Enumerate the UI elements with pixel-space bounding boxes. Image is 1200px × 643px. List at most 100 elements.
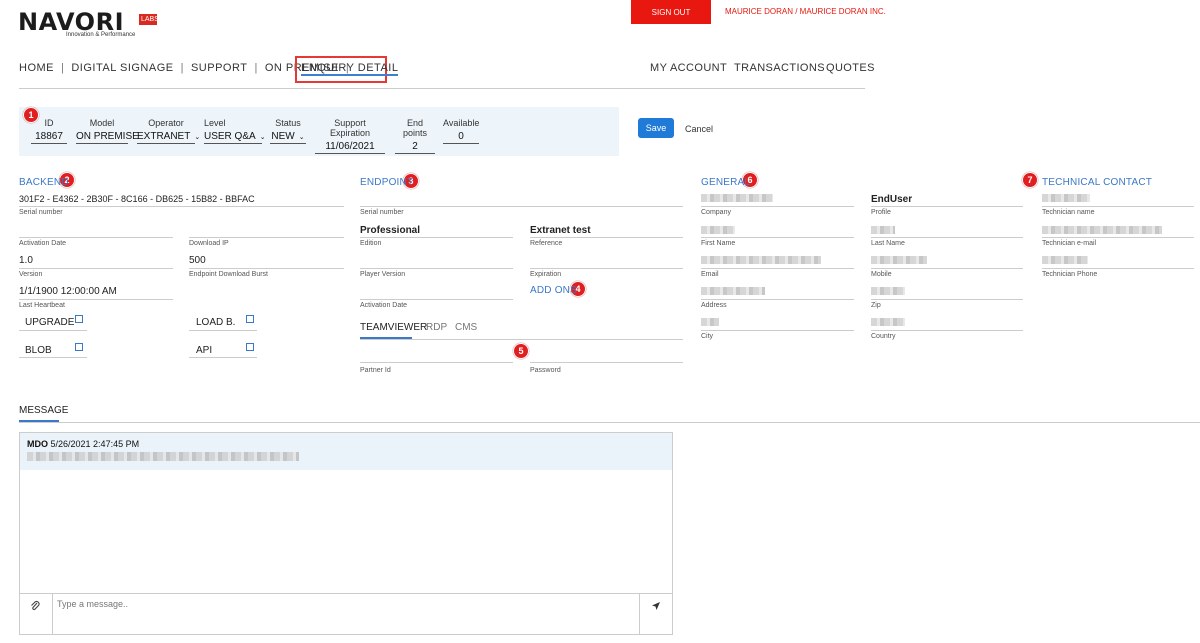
field-underline — [530, 362, 683, 363]
field-underline — [360, 206, 683, 207]
field-underline — [19, 357, 87, 358]
tabs-divider — [360, 339, 683, 340]
level-select[interactable]: USER Q&A ⌄ — [204, 131, 266, 144]
model-label: Model — [89, 118, 115, 128]
redacted-city — [701, 318, 719, 326]
nav-my-account[interactable]: MY ACCOUNT — [650, 62, 727, 74]
callout-marker: 1 — [23, 107, 39, 123]
nav-support[interactable]: SUPPORT — [191, 62, 247, 74]
partner-id-label: Partner Id — [360, 367, 391, 374]
load-balancing-option-label: LOAD B. — [196, 317, 236, 328]
heartbeat-value: 1/1/1900 12:00:00 AM — [19, 286, 117, 297]
callout-marker: 5 — [513, 343, 529, 359]
navori-logo[interactable]: NAVORI LABS Innovation & Performance — [18, 8, 159, 38]
sign-out-button[interactable]: SIGN OUT — [631, 0, 711, 24]
api-option-label: API — [196, 345, 213, 356]
nav-divider — [19, 88, 865, 89]
redacted-address — [701, 287, 765, 295]
operator-select[interactable]: EXTRANET ⌄ — [137, 131, 200, 144]
api-checkbox[interactable] — [246, 343, 254, 351]
level-field[interactable]: Level USER Q&A ⌄ — [204, 118, 266, 144]
nav-home[interactable]: HOME — [19, 62, 54, 74]
profile-label: Profile — [871, 209, 891, 216]
redacted-first-name — [701, 226, 735, 234]
technical-contact-title: TECHNICAL CONTACT — [1042, 177, 1153, 188]
chevron-down-icon: ⌄ — [259, 134, 266, 141]
available-field: Available 0 — [443, 118, 479, 144]
technician-email-label: Technician e-mail — [1042, 240, 1097, 247]
end-points-field: End points 2 — [395, 118, 435, 154]
upgrade-option-label: UPGRADE — [25, 317, 75, 328]
backend-serial-label: Serial number — [19, 209, 63, 216]
first-name-label: First Name — [701, 240, 736, 247]
field-underline — [530, 268, 683, 269]
last-name-label: Last Name — [871, 240, 905, 247]
logo-badge: LABS — [139, 14, 159, 25]
support-expiration-label: Support Expiration — [329, 118, 371, 138]
operator-field[interactable]: Operator EXTRANET ⌄ — [137, 118, 200, 144]
send-icon[interactable] — [651, 601, 661, 614]
field-underline — [701, 206, 854, 207]
general-title: GENERAL — [701, 177, 751, 188]
blob-option-label: BLOB — [25, 345, 52, 356]
zip-label: Zip — [871, 302, 881, 309]
field-underline — [19, 268, 173, 269]
logo-tagline: Innovation & Performance — [66, 32, 136, 38]
save-button[interactable]: Save — [638, 118, 674, 138]
reference-label: Reference — [530, 240, 563, 247]
paperclip-icon[interactable] — [30, 600, 40, 615]
load-balancing-checkbox[interactable] — [246, 315, 254, 323]
status-field[interactable]: Status NEW ⌄ — [270, 118, 306, 144]
operator-value: EXTRANET — [137, 131, 191, 142]
edition-label: Edition — [360, 240, 382, 247]
player-version-label: Player Version — [360, 271, 406, 278]
address-label: Address — [701, 302, 727, 309]
edition-value: Professional — [360, 225, 421, 236]
support-expiration-field: Support Expiration 11/06/2021 — [315, 118, 385, 154]
user-account-link[interactable]: MAURICE DORAN / MAURICE DORAN INC. — [725, 7, 886, 16]
nav-quotes[interactable]: QUOTES — [826, 62, 875, 74]
model-value: ON PREMISE — [76, 131, 139, 144]
field-underline — [189, 330, 257, 331]
field-underline — [701, 330, 854, 331]
expiration-label: Expiration — [530, 271, 562, 278]
status-select[interactable]: NEW ⌄ — [270, 131, 306, 144]
mobile-label: Mobile — [871, 271, 892, 278]
end-points-value: 2 — [395, 141, 435, 154]
version-label: Version — [19, 271, 43, 278]
field-underline — [360, 299, 513, 300]
backend-serial: 301F2 - E4362 - 2B30F - 8C166 - DB625 - … — [19, 194, 255, 204]
tab-message[interactable]: MESSAGE — [19, 405, 68, 416]
tab-rdp[interactable]: RDP — [426, 322, 447, 333]
field-underline — [1042, 237, 1194, 238]
technician-phone-label: Technician Phone — [1042, 271, 1098, 278]
blob-checkbox[interactable] — [75, 343, 83, 351]
download-ip-label: Download IP — [189, 240, 229, 247]
tab-teamviewer[interactable]: TEAMVIEWER — [360, 322, 427, 333]
upgrade-checkbox[interactable] — [75, 315, 83, 323]
message-divider — [19, 422, 1200, 423]
field-underline — [189, 357, 257, 358]
status-label: Status — [275, 118, 301, 128]
chevron-down-icon: ⌄ — [194, 134, 201, 141]
cancel-button[interactable]: Cancel — [685, 124, 713, 134]
field-underline — [871, 330, 1023, 331]
add-ons-link[interactable]: ADD ONS — [530, 285, 577, 296]
field-underline — [1042, 268, 1194, 269]
nav-transactions[interactable]: TRANSACTIONS — [734, 62, 825, 74]
nav-separator: | — [180, 62, 184, 74]
field-underline — [19, 299, 173, 300]
message-timestamp: 5/26/2021 2:47:45 PM — [50, 439, 140, 449]
field-underline — [871, 268, 1023, 269]
nav-digital-signage[interactable]: DIGITAL SIGNAGE — [71, 62, 173, 74]
nav-separator: | — [254, 62, 258, 74]
version-value: 1.0 — [19, 255, 33, 266]
id-value: 18867 — [31, 131, 67, 144]
field-underline — [19, 330, 87, 331]
endpoint-activation-date-label: Activation Date — [360, 302, 408, 309]
tab-cms[interactable]: CMS — [455, 322, 477, 333]
nav-enquiry-detail[interactable]: ENQUIRY DETAIL — [301, 62, 399, 76]
field-underline — [360, 362, 513, 363]
redacted-country — [871, 318, 905, 326]
message-input[interactable]: Type a message.. — [52, 594, 640, 635]
